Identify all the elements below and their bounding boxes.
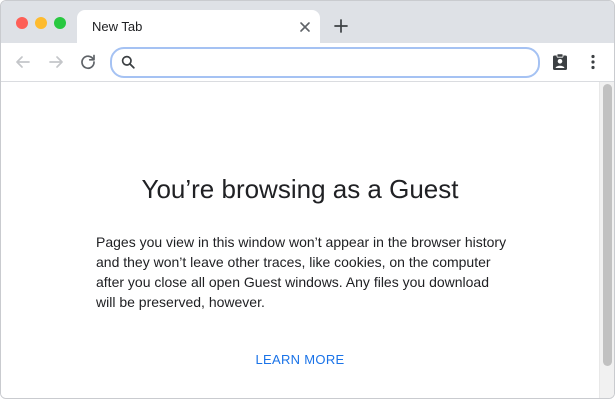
window-close-button[interactable] — [16, 17, 28, 29]
arrow-right-icon[interactable] — [47, 53, 65, 71]
browser-window: New Tab You’re browsing as a Guest Pages… — [0, 0, 615, 399]
scrollbar-thumb[interactable] — [603, 84, 612, 366]
window-minimize-button[interactable] — [35, 17, 47, 29]
scrollbar[interactable] — [599, 82, 614, 398]
guest-description: Pages you view in this window won’t appe… — [96, 234, 507, 310]
guest-profile-icon[interactable] — [551, 53, 569, 71]
tab-title: New Tab — [92, 19, 143, 34]
plus-icon[interactable] — [333, 18, 349, 34]
tab-new-tab[interactable]: New Tab — [77, 10, 320, 44]
page-title: You’re browsing as a Guest — [141, 174, 459, 204]
browser-toolbar — [1, 43, 614, 82]
search-icon — [121, 55, 135, 69]
page-content: You’re browsing as a Guest Pages you vie… — [1, 82, 599, 398]
omnibox[interactable] — [110, 47, 540, 78]
more-vert-icon[interactable] — [585, 53, 601, 71]
address-input[interactable] — [142, 52, 526, 75]
tab-strip: New Tab — [1, 1, 614, 44]
close-icon[interactable] — [297, 19, 313, 35]
arrow-left-icon[interactable] — [14, 53, 32, 71]
reload-icon[interactable] — [79, 53, 97, 71]
window-zoom-button[interactable] — [54, 17, 66, 29]
learn-more-link[interactable]: LEARN MORE — [1, 352, 599, 367]
